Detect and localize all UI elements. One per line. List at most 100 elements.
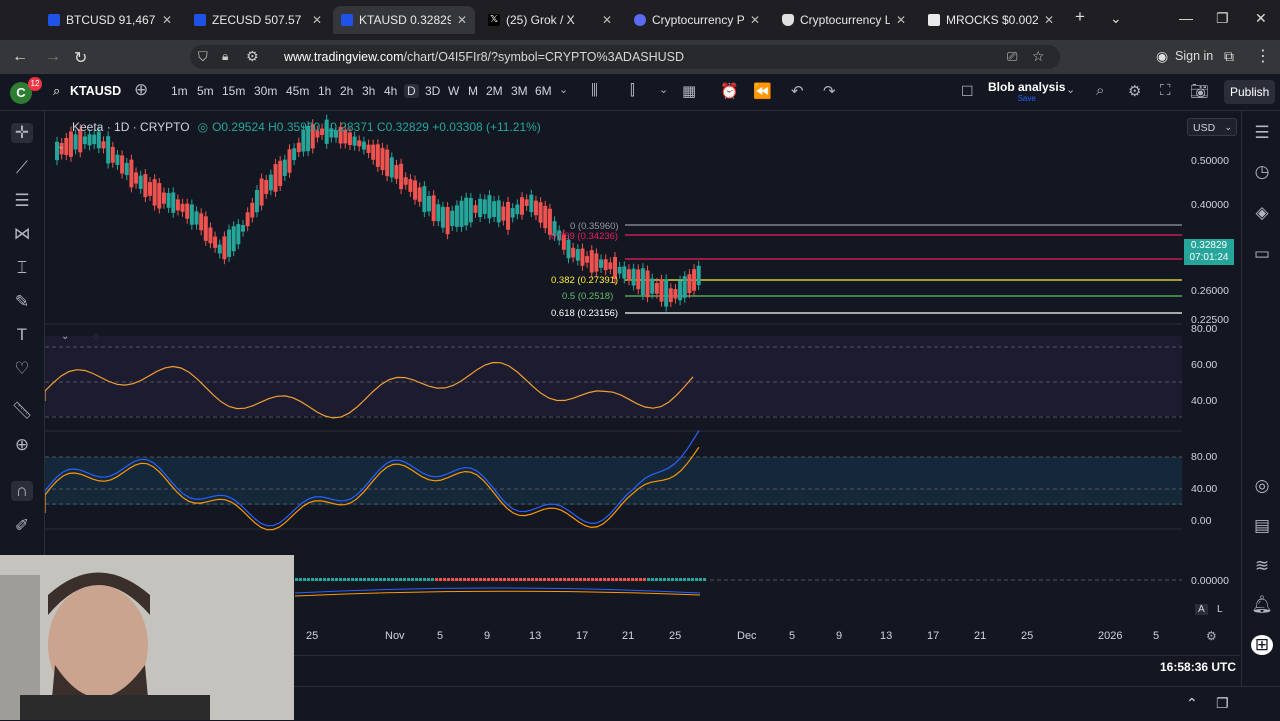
log-scale-button[interactable]: L <box>1217 604 1223 615</box>
bell-icon[interactable]: 🔔︎ <box>1251 595 1273 615</box>
timeframe-button[interactable]: 1h <box>318 84 331 98</box>
camera-icon[interactable]: 📷︎ <box>1190 82 1209 100</box>
brush-icon[interactable]: ✎ <box>11 292 33 312</box>
browser-tab-active[interactable]: KTAUSD 0.32829 ▲ +1 ✕ <box>333 6 475 34</box>
address-bar[interactable]: ⛉ 🔒︎ ⚙ www.tradingview.com/chart/O4I5FIr… <box>190 45 1060 69</box>
forward-arrow-icon[interactable]: → <box>45 48 61 66</box>
alerts-clock-icon[interactable]: ◷ <box>1251 162 1273 182</box>
close-tab-icon[interactable]: ✕ <box>162 13 172 27</box>
bar-style-icon[interactable]: ⫼ <box>591 82 598 99</box>
layout-name[interactable]: Blob analysis Save <box>988 80 1065 103</box>
new-tab-icon[interactable]: + <box>1075 7 1085 27</box>
app-install-icon[interactable]: ⎚ <box>1007 49 1017 65</box>
timeframe-button[interactable]: 2h <box>340 84 353 98</box>
fullscreen-icon[interactable]: ⛶ <box>1160 82 1171 99</box>
candles-icon[interactable]: ⫿ <box>630 82 635 99</box>
fib-levels-icon[interactable]: ☰ <box>11 191 33 211</box>
compare-plus-icon[interactable]: ⊕ <box>134 80 148 100</box>
close-tab-icon[interactable]: ✕ <box>312 13 322 27</box>
back-arrow-icon[interactable]: ← <box>12 48 28 66</box>
chevron-down-icon[interactable]: ⌄ <box>659 83 668 96</box>
maximize-panel-icon[interactable]: ❐ <box>1216 695 1229 712</box>
pattern-icon[interactable]: ⋈ <box>11 224 33 244</box>
timeframe-button-active[interactable]: D <box>404 84 419 98</box>
timeframe-button[interactable]: 3D <box>425 84 440 98</box>
currency-selector[interactable]: USD ⌄ <box>1187 118 1237 136</box>
time-axis-settings-icon[interactable]: ⚙ <box>1206 629 1217 643</box>
close-tab-icon[interactable]: ✕ <box>896 13 906 27</box>
timeframe-button[interactable]: 3M <box>511 84 528 98</box>
sign-in-button[interactable]: Sign in <box>1175 49 1213 63</box>
timeframe-button[interactable]: M <box>468 84 478 98</box>
calendar-icon[interactable]: ▤ <box>1251 516 1273 536</box>
profile-icon[interactable]: ◉ <box>1156 48 1168 65</box>
search-icon[interactable]: ⌕ <box>53 83 60 99</box>
replay-icon[interactable]: ⏪ <box>753 82 772 100</box>
alert-icon[interactable]: ⏰ <box>720 82 739 100</box>
utc-clock[interactable]: 16:58:36 UTC <box>1160 660 1236 674</box>
timeframe-button[interactable]: 45m <box>286 84 309 98</box>
auto-scale-button[interactable]: A <box>1195 604 1208 615</box>
broadcast-icon[interactable]: ≋ <box>1251 556 1273 576</box>
collapse-pane-icon[interactable]: ⌄ <box>61 331 69 342</box>
chevron-up-icon[interactable]: ⌃ <box>1186 695 1198 712</box>
publish-button[interactable]: Publish <box>1224 80 1276 104</box>
browser-tab[interactable]: MROCKS $0.002550 - ✕ <box>920 6 1062 34</box>
close-tab-icon[interactable]: ✕ <box>457 13 467 27</box>
site-settings-icon[interactable]: ⚙ <box>246 48 259 65</box>
settings-gear-icon[interactable]: ⚙ <box>1128 82 1141 100</box>
url-text[interactable]: www.tradingview.com/chart/O4I5FIr8/?symb… <box>284 50 684 64</box>
crosshair-icon[interactable]: ✛ <box>11 123 33 143</box>
browser-tab[interactable]: 𝕏 (25) Grok / X ✕ <box>480 6 620 34</box>
timeframe-button[interactable]: 2M <box>486 84 503 98</box>
chevron-down-icon[interactable]: ⌄ <box>1066 83 1075 96</box>
browser-tab[interactable]: Cryptocurrency Prices ✕ <box>626 6 768 34</box>
heart-icon[interactable]: ♡ <box>11 359 33 379</box>
timeframe-button[interactable]: 15m <box>222 84 245 98</box>
trend-line-icon[interactable]: ⟋ <box>11 158 33 178</box>
quick-search-icon[interactable]: ⌕ <box>1096 82 1104 99</box>
restore-icon[interactable]: ❐ <box>1216 10 1229 27</box>
layout-checkbox-icon[interactable]: ☐ <box>961 83 974 100</box>
indicators-icon[interactable]: ▦ <box>682 82 696 100</box>
timeframe-button[interactable]: 3h <box>362 84 375 98</box>
lock-icon[interactable]: 🔒︎ <box>222 49 228 64</box>
browser-tab[interactable]: Cryptocurrency Liquid ✕ <box>774 6 914 34</box>
minimize-icon[interactable]: — <box>1179 10 1193 26</box>
close-tab-icon[interactable]: ✕ <box>750 13 760 27</box>
magnet-icon[interactable]: ∩ <box>11 481 33 501</box>
redo-icon[interactable]: ↷ <box>823 82 836 100</box>
close-tab-icon[interactable]: ✕ <box>602 13 612 27</box>
timeframe-button[interactable]: 4h <box>384 84 397 98</box>
ruler-icon[interactable]: 📏︎ <box>11 401 33 421</box>
collapse-legend-icon[interactable]: ⌄ <box>57 141 65 152</box>
target-icon[interactable]: ◎ <box>1251 476 1273 496</box>
bookmark-star-icon[interactable]: ☆ <box>1032 48 1045 65</box>
tab-list-chevron-icon[interactable]: ⌄ <box>1110 10 1122 27</box>
watchlist-icon[interactable]: ☰ <box>1251 123 1273 143</box>
timeframe-button[interactable]: 30m <box>254 84 277 98</box>
shield-icon[interactable]: ⛉ <box>198 49 208 65</box>
chat-icon[interactable]: ▭ <box>1251 244 1273 264</box>
timeframe-button[interactable]: 6M <box>535 84 552 98</box>
close-tab-icon[interactable]: ✕ <box>1044 13 1054 27</box>
close-window-icon[interactable]: ✕ <box>1255 10 1267 27</box>
chevron-down-icon[interactable]: ⌄ <box>559 83 568 96</box>
zoom-icon[interactable]: ⊕ <box>11 435 33 455</box>
undo-icon[interactable]: ↶ <box>791 82 804 100</box>
price-label: 0.50000 <box>1191 155 1229 167</box>
projection-icon[interactable]: ⌶ <box>11 258 33 278</box>
apps-grid-icon[interactable]: ⊞ <box>1251 635 1273 655</box>
timeframe-button[interactable]: 1m <box>171 84 188 98</box>
browser-tab[interactable]: BTCUSD 91,467.85 ▲ + ✕ <box>40 6 180 34</box>
symbol-search[interactable]: KTAUSD <box>70 84 121 98</box>
menu-dots-icon[interactable]: ⋮ <box>1255 46 1271 66</box>
timeframe-button[interactable]: 5m <box>197 84 214 98</box>
layers-icon[interactable]: ◈ <box>1251 203 1273 223</box>
timeframe-button[interactable]: W <box>448 84 459 98</box>
extensions-icon[interactable]: ⧉ <box>1224 48 1234 65</box>
lock-drawing-icon[interactable]: ✐ <box>11 516 33 536</box>
browser-tab[interactable]: ZECUSD 507.57 ▼ −3. ✕ <box>186 6 330 34</box>
reload-icon[interactable]: ↻ <box>74 48 87 68</box>
text-tool-icon[interactable]: T <box>11 325 33 345</box>
